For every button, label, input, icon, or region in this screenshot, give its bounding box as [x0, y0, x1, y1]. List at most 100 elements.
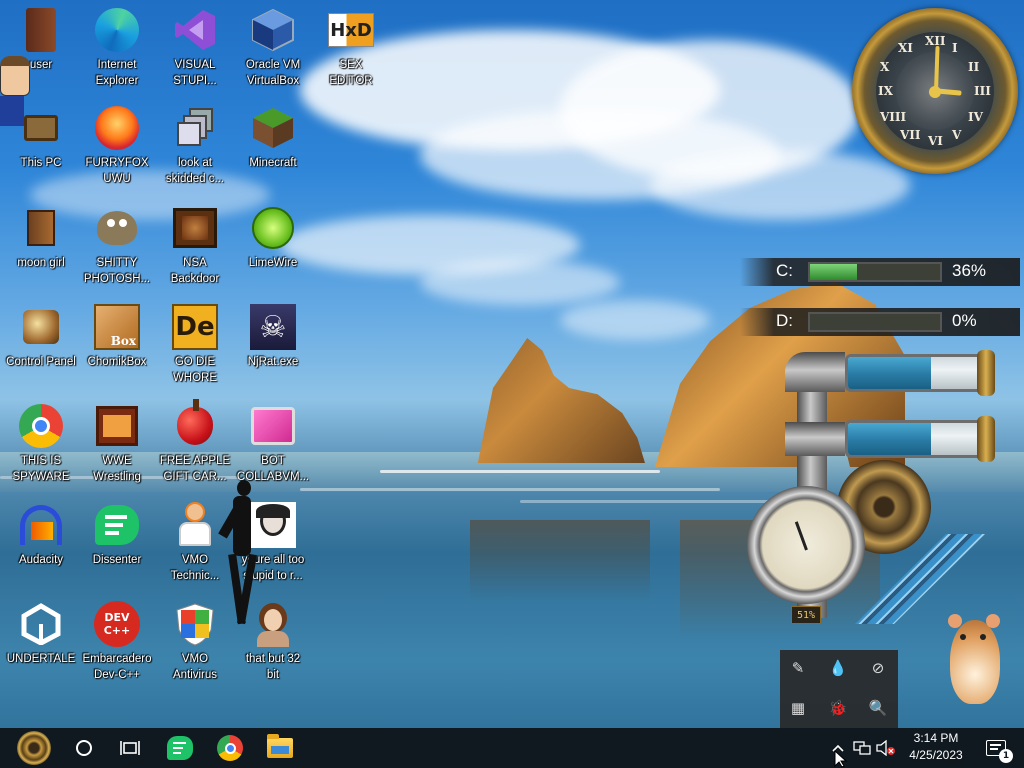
dreamweaver-icon: De — [171, 303, 219, 351]
desktop-icon-vmo-technician[interactable]: VMO Technic... — [154, 501, 236, 584]
desktop-icon-this-is-spyware[interactable]: THIS IS SPYWARE — [0, 402, 82, 485]
desktop-icon-label: UNDERTALE — [6, 653, 76, 665]
desktop-icon-label: moon girl — [17, 257, 65, 269]
desktop-icon-furryfox[interactable]: FURRYFOX UWU — [76, 104, 158, 187]
desktop-icon-dissenter[interactable]: Dissenter — [76, 501, 158, 568]
desktop-icon-oracle-vm-virtualbox[interactable]: Oracle VM VirtualBox — [232, 6, 314, 89]
task-view-button[interactable] — [106, 728, 154, 768]
dreamweaver-badge: De — [172, 304, 218, 350]
clock-numeral: III — [974, 84, 991, 98]
notification-icon: 1 — [986, 740, 1013, 763]
drive-meter-c[interactable]: C: 36% — [740, 258, 1020, 286]
drive-usage-bar — [808, 312, 942, 332]
desktop-icon-label: FREE APPLE GIFT CAR... — [159, 455, 231, 483]
grass-block-icon — [249, 104, 297, 152]
drive-percent: 36% — [952, 261, 987, 280]
taskbar-chrome[interactable] — [206, 728, 254, 768]
visual-studio-icon — [171, 6, 219, 54]
bin-icon — [17, 204, 65, 252]
desktop-icon-control-panel[interactable]: Control Panel — [0, 303, 82, 370]
hxd-badge: HxD — [328, 13, 374, 47]
virtualbox-icon — [249, 6, 297, 54]
folder-icon — [267, 734, 293, 758]
desktop-icon-vmo-antivirus[interactable]: VMO Antivirus — [154, 600, 236, 683]
user-folder-icon — [17, 6, 65, 54]
clock-numeral: VI — [928, 134, 943, 148]
circle-icon — [76, 740, 92, 756]
start-button[interactable] — [10, 728, 58, 768]
clock-numeral: X — [880, 60, 890, 74]
arena-icon — [93, 402, 141, 450]
desktop-icon-shitty-photoshop[interactable]: SHITTY PHOTOSH... — [76, 204, 158, 287]
desktop-icon-label: NSA Backdoor — [170, 257, 220, 285]
desktop-icon-go-die[interactable]: De GO DIE WHORE — [154, 303, 236, 386]
skull-icon: ☠ — [249, 303, 297, 351]
desktop-icon-look-at-skidded[interactable]: look at skidded c... — [154, 104, 236, 187]
control-panel-icon — [17, 303, 65, 351]
clock-gadget[interactable]: XII III VI IX I II IV V VII VIII X XI — [852, 8, 1018, 174]
desktop-icon-label: Oracle VM VirtualBox — [245, 59, 301, 87]
desktop-icon-label: that but 32 bit — [245, 653, 301, 681]
droplet-icon[interactable]: 💧 — [826, 656, 850, 680]
desktop-icon-label: GO DIE WHORE — [172, 356, 218, 384]
technician-icon — [171, 501, 219, 549]
taskbar-date: 4/25/2023 — [909, 748, 963, 762]
desktop-icon-njrat[interactable]: ☠ NjRat.exe — [232, 303, 314, 370]
gauge-readout: 51% — [791, 606, 821, 624]
pipes-meter-gadget[interactable]: 51% — [745, 348, 1000, 648]
bug-icon[interactable]: 🐞 — [826, 696, 850, 720]
desktop-icon-internet-explorer[interactable]: Internet Explorer — [76, 6, 158, 89]
desktop-icon-audacity[interactable]: Audacity — [0, 501, 82, 568]
desktop-icon-label: THIS IS SPYWARE — [12, 455, 70, 483]
clock-numeral: VII — [900, 128, 921, 142]
desktop-icon-label: Dissenter — [92, 554, 142, 566]
tray-overflow-popup: ✎ 💧 ⊘ ▦ 🐞 🔍 — [780, 650, 898, 730]
edge-icon — [93, 6, 141, 54]
desktop-icon-visual-studio[interactable]: VISUAL STUPI... — [154, 6, 236, 89]
pipe-tube-bottom — [845, 420, 985, 458]
action-center-button[interactable]: 1 — [978, 728, 1014, 768]
taskbar-clock[interactable]: 3:14 PM 4/25/2023 — [896, 730, 976, 764]
desktop-icon-label: Internet Explorer — [95, 59, 139, 87]
desktop-icon-moon-girl[interactable]: moon girl — [0, 204, 82, 271]
cortana-button[interactable] — [60, 728, 108, 768]
desktop-icon-sex-editor[interactable]: HxD SEX EDITOR — [310, 6, 392, 89]
desktop-icon-bot-collabvm[interactable]: BOT COLLABVM... — [232, 402, 314, 485]
drive-meter-d[interactable]: D: 0% — [740, 308, 1020, 336]
search-icon[interactable]: 🔍 — [866, 696, 890, 720]
pen-icon[interactable]: ✎ — [786, 656, 810, 680]
desktop-icon-embarcadero-devcpp[interactable]: DEV C++ Embarcadero Dev-C++ — [76, 600, 158, 683]
desktop-icon-undertale[interactable]: UNDERTALE — [0, 600, 82, 667]
gimp-icon — [93, 204, 141, 252]
devcpp-icon: DEV C++ — [93, 600, 141, 648]
chat-bubble-icon — [167, 736, 193, 760]
hxd-icon: HxD — [327, 6, 375, 54]
desktop-icon-wwe-wrestling[interactable]: WWE Wrestling — [76, 402, 158, 485]
hamster-gadget[interactable] — [944, 606, 1006, 708]
clock-numeral: VIII — [880, 110, 907, 124]
drive-label: C: — [776, 261, 793, 280]
mouse-cursor — [834, 750, 848, 768]
desktop-icon-nsa-backdoor[interactable]: NSA Backdoor — [154, 204, 236, 287]
tube-cap — [977, 350, 995, 396]
app-tray-icon[interactable]: ▦ — [786, 696, 810, 720]
desktop-icon-chomikbox[interactable]: Box ChomikBox — [76, 303, 158, 370]
pipe-junction — [785, 422, 845, 456]
desktop-icon-free-apple-gift-card[interactable]: FREE APPLE GIFT CAR... — [154, 399, 236, 485]
desktop-icon-minecraft[interactable]: Minecraft — [232, 104, 314, 171]
volume-tray-button[interactable] — [874, 728, 898, 768]
taskbar-file-explorer[interactable] — [256, 728, 304, 768]
clock-numeral: XI — [898, 41, 913, 55]
taskbar-dissenter[interactable] — [156, 728, 204, 768]
clock-center-pin — [929, 86, 941, 98]
desktop-icon-this-pc[interactable]: This PC — [0, 104, 82, 171]
desktop-icon-limewire[interactable]: LimeWire — [232, 204, 314, 271]
clock-numeral: II — [968, 60, 980, 74]
headphones-icon — [17, 501, 65, 549]
desktop-icon-label: SHITTY PHOTOSH... — [83, 257, 151, 285]
desktop-icon-label: ChomikBox — [87, 356, 147, 368]
network-tray-button[interactable] — [850, 728, 874, 768]
unity-icon — [17, 600, 65, 648]
volume-muted-icon — [876, 740, 895, 756]
network-off-icon[interactable]: ⊘ — [866, 656, 890, 680]
